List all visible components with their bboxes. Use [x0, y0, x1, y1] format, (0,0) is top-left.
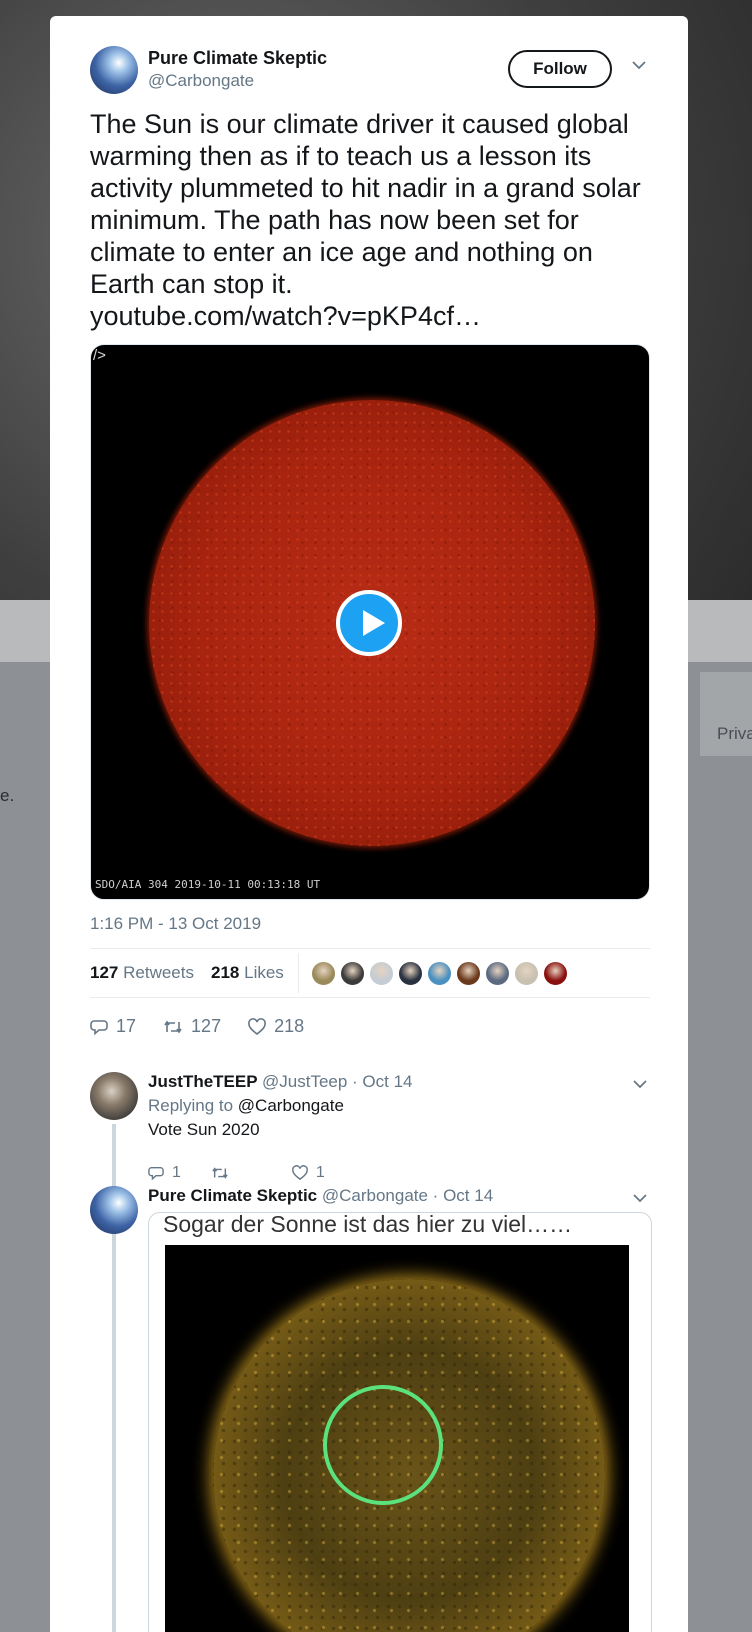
card-caption: Sogar der Sonne ist das hier zu viel……: [163, 1212, 573, 1237]
tweet-header: Pure Climate Skeptic @Carbongate Follow: [90, 46, 648, 98]
tweet-timestamp[interactable]: 1:16 PM - 13 Oct 2019: [90, 914, 261, 934]
liker-avatar[interactable]: [340, 961, 365, 986]
author-name[interactable]: Pure Climate Skeptic: [148, 48, 327, 69]
replying-prefix: Replying to: [148, 1096, 234, 1115]
reply-count: 1: [172, 1164, 181, 1181]
heart-icon: [291, 1165, 308, 1181]
like-action[interactable]: 1: [291, 1164, 325, 1182]
card-image[interactable]: [165, 1245, 629, 1632]
tweet-body: The Sun is our climate driver it caused …: [90, 109, 641, 299]
liker-avatar[interactable]: [514, 961, 539, 986]
reply-meta: @JustTeep · Oct 14: [262, 1072, 413, 1091]
reply-author-name: JustTheTEEP: [148, 1072, 258, 1091]
tweet-link[interactable]: youtube.com/watch?v=pKP4cf…: [90, 300, 650, 332]
likes-count: 218: [211, 963, 240, 982]
retweet-count: 127: [191, 1016, 222, 1036]
reply-text: Vote Sun 2020: [148, 1120, 260, 1139]
like-action[interactable]: 218: [248, 1016, 304, 1037]
retweet-action[interactable]: [211, 1165, 237, 1181]
follow-button[interactable]: Follow: [508, 50, 612, 88]
like-count: 1: [315, 1164, 325, 1181]
likes-stat[interactable]: 218 Likes: [211, 963, 284, 983]
replying-to: Replying to @Carbongate: [148, 1096, 344, 1116]
reply-tweet[interactable]: Pure Climate Skeptic @Carbongate · Oct 1…: [90, 1186, 652, 1632]
background-sidebar: Priva: [700, 672, 752, 756]
liker-avatar[interactable]: [369, 961, 394, 986]
chevron-down-icon[interactable]: [630, 56, 648, 74]
avatar[interactable]: [90, 1072, 138, 1120]
retweets-count: 127: [90, 963, 119, 982]
tweet-actions: 17 127 218: [90, 1016, 326, 1041]
chevron-down-icon[interactable]: [632, 1190, 648, 1206]
chevron-down-icon[interactable]: [632, 1076, 648, 1092]
reply-action[interactable]: 1: [148, 1164, 181, 1182]
liker-avatar[interactable]: [398, 961, 423, 986]
tweet-text: The Sun is our climate driver it caused …: [90, 108, 650, 332]
retweet-action[interactable]: 127: [163, 1016, 221, 1037]
liker-avatar[interactable]: [485, 961, 510, 986]
reply-count: 17: [116, 1016, 137, 1036]
replying-to-handle[interactable]: @Carbongate: [238, 1096, 344, 1115]
like-count: 218: [274, 1016, 305, 1036]
background-edge-text: e.: [0, 786, 15, 805]
liker-avatar[interactable]: [543, 961, 568, 986]
avatar[interactable]: [90, 1186, 138, 1234]
liker-avatar[interactable]: [456, 961, 481, 986]
reply-tweet[interactable]: JustTheTEEP @JustTeep · Oct 14 Replying …: [90, 1072, 650, 1248]
retweets-stat[interactable]: 127 Retweets: [90, 963, 194, 983]
likes-label: Likes: [244, 963, 284, 982]
retweet-icon: [212, 1167, 229, 1179]
avatar[interactable]: [90, 46, 138, 94]
reply-action[interactable]: 17: [90, 1016, 136, 1037]
author-handle[interactable]: @Carbongate: [148, 71, 254, 91]
reply-meta: @Carbongate · Oct 14: [321, 1186, 494, 1205]
tweet-stats: 127 Retweets 218 Likes: [90, 948, 650, 998]
reply-author[interactable]: Pure Climate Skeptic @Carbongate · Oct 1…: [148, 1186, 493, 1206]
liker-avatars: [311, 961, 572, 987]
reply-actions: 1 1: [148, 1164, 351, 1186]
video-caption: SDO/AIA 304 2019-10-11 00:13:18 UT: [95, 878, 321, 891]
thread-line: [112, 1238, 116, 1632]
reply-icon: [148, 1166, 164, 1181]
reply-author[interactable]: JustTheTEEP @JustTeep · Oct 14: [148, 1072, 413, 1092]
play-icon[interactable]: [336, 590, 402, 656]
video-corner-tag: />: [93, 347, 106, 364]
media-card[interactable]: Sogar der Sonne ist das hier zu viel……: [148, 1212, 652, 1632]
stats-divider: [298, 953, 299, 993]
retweet-icon: [164, 1020, 182, 1033]
highlight-circle: [323, 1385, 443, 1505]
reply-author-name: Pure Climate Skeptic: [148, 1186, 318, 1205]
video-player[interactable]: /> SDO/AIA 304 2019-10-11 00:13:18 UT: [90, 344, 650, 900]
liker-avatar[interactable]: [311, 961, 336, 986]
retweets-label: Retweets: [123, 963, 194, 982]
heart-icon: [248, 1017, 266, 1035]
liker-avatar[interactable]: [427, 961, 452, 986]
tweet-modal: Pure Climate Skeptic @Carbongate Follow …: [50, 16, 688, 1632]
background-side-text: Priva: [717, 724, 752, 743]
reply-icon: [90, 1019, 108, 1035]
